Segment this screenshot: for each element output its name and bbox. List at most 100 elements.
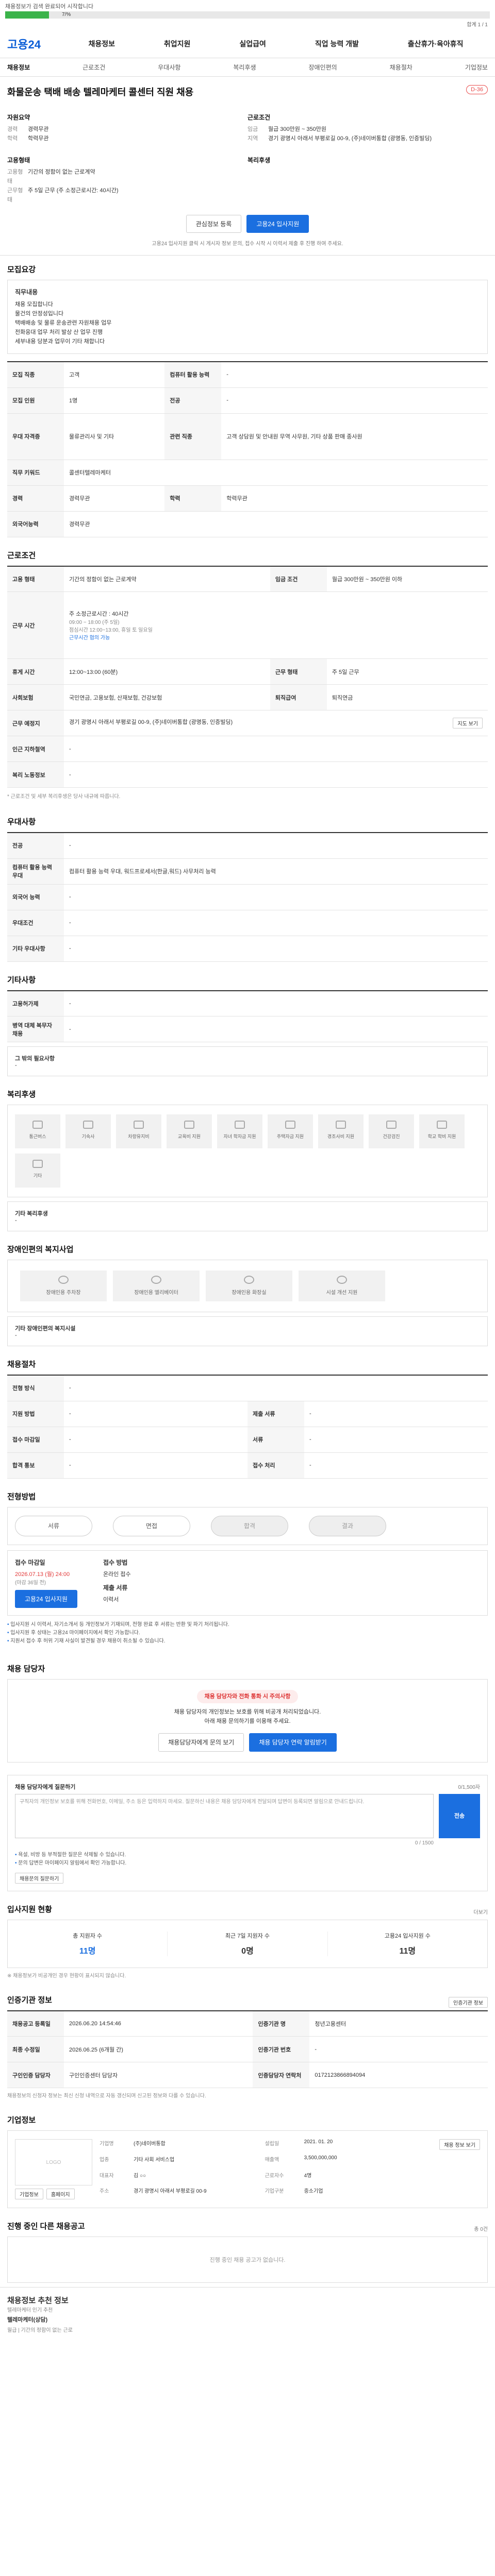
- cell-val: -: [304, 1452, 488, 1479]
- section-title: 진행 중인 다른 채용공고: [7, 2222, 85, 2231]
- map-button[interactable]: 지도 보기: [453, 718, 483, 728]
- tab-item[interactable]: 복리후생: [233, 63, 256, 72]
- table-row: 구인인증 담당자 구인인증센터 담당자 인증담당자 연락처 0172123866894…: [7, 2062, 488, 2088]
- duty-line: 채용 모집합니다: [15, 301, 53, 308]
- welfare-item: 건강검진: [369, 1114, 414, 1148]
- cell-key: 인근 지하철역: [7, 736, 64, 762]
- send-button[interactable]: 전송: [439, 1793, 480, 1838]
- cell-val: -: [304, 1427, 488, 1453]
- stat-label: 총 지원자 수: [73, 1933, 103, 1939]
- row-val: 주 5일 근무 (주 소정근로시간: 40시간): [28, 188, 119, 194]
- homepage-button[interactable]: 홈페이지: [46, 2189, 75, 2199]
- cell-val: 주 5일 근무: [326, 658, 488, 685]
- job-info-button[interactable]: 채용 정보 보기: [439, 2139, 480, 2150]
- disability-grid: 장애인용 주차장 장애인용 엘리베이터 장애인용 화장실 시설 개선 지원: [7, 1260, 488, 1312]
- save-interest-button[interactable]: 관심정보 등록: [186, 215, 242, 233]
- nav-item[interactable]: 채용정보: [88, 39, 115, 49]
- receipt-value: 온라인 접수: [103, 1571, 131, 1578]
- box-value: -: [15, 1062, 17, 1069]
- cell-key: 고용허가제: [7, 990, 64, 1016]
- tab-item[interactable]: 채용절차: [390, 63, 412, 72]
- field-val: 2021. 01. 20: [304, 2139, 333, 2145]
- field-key: 대표자: [100, 2173, 114, 2179]
- cell-key: 외국어 능력: [7, 884, 64, 910]
- cert-table: 채용공고 등록일 2026.06.20 14:54:46 인증기관 명 청년고용센터 …: [7, 2010, 488, 2088]
- nav-item[interactable]: 출산휴가·육아휴직: [408, 39, 464, 49]
- section-other-jobs: 진행 중인 다른 채용공고 총 0건 진행 중인 채용 공고가 없습니다.: [0, 2212, 495, 2287]
- more-link[interactable]: 더보기: [473, 1908, 488, 1916]
- cell-key: 제출 서류: [248, 1401, 304, 1427]
- section-company: 기업정보 LOGO 기업정보 홈페이지 기업명 (주)네이버통합 설립일 2021. 0…: [0, 2106, 495, 2212]
- conditions-table: 고용 형태 기간의 정함이 없는 근로계약 임금 조건 월급 300만원 ~ 350만…: [7, 565, 488, 788]
- section-title: 채용절차: [7, 1360, 36, 1369]
- other-jobs-title-row: 진행 중인 다른 채용공고 총 0건: [7, 2221, 488, 2236]
- stat-value: 0명: [241, 1946, 254, 1956]
- section-title: 인증기관 정보: [7, 1995, 52, 2005]
- receipt-heading: 제출 서류: [103, 1584, 128, 1591]
- contact-notify-button[interactable]: 채용 담당자 연락 알림받기: [249, 1733, 337, 1752]
- stats-note: ※ 채용정보가 비공개인 경우 현황이 표시되지 않습니다.: [7, 1973, 126, 1979]
- box-heading: 기타 복리후생: [15, 1211, 48, 1217]
- table-row: 전공 -: [7, 833, 488, 859]
- hours-line: 근무시간 협의 가능: [69, 635, 110, 641]
- bus-icon: [32, 1121, 43, 1129]
- tab-item[interactable]: 채용정보: [7, 63, 30, 72]
- cell-val: 구인인증센터 담당자: [64, 2062, 253, 2088]
- apply-button[interactable]: 고용24 입사지원: [246, 215, 309, 233]
- note-line: 욕설, 비방 등 부적절한 질문은 삭제될 수 있습니다.: [15, 1851, 480, 1859]
- etc-table: 고용허가제 - 병역 대체 복무자 채용 -: [7, 990, 488, 1042]
- welfare-item: 경조사비 지원: [318, 1114, 364, 1148]
- welfare-grid: 통근버스 기숙사 차량유지비 교육비 지원 자녀 학자금 지원 주택자금 지원 …: [7, 1105, 488, 1197]
- process-step: 합격: [211, 1515, 288, 1536]
- tab-item[interactable]: 기업정보: [465, 63, 488, 72]
- receipt-info: 접수 마감일 2026.07.13 (월) 24:00 (마감 36일 전) 고용24…: [7, 1550, 488, 1616]
- receipt-value: 이력서: [103, 1596, 119, 1603]
- company-info-button[interactable]: 기업정보: [15, 2189, 43, 2199]
- tab-item[interactable]: 근로조건: [82, 63, 105, 72]
- global-nav: 채용정보 취업지원 실업급여 직업 능력 개발 출산휴가·육아휴직: [64, 39, 488, 49]
- apply-button-2[interactable]: 고용24 입사지원: [15, 1589, 77, 1608]
- company-side: 채용 정보 보기: [439, 2139, 480, 2199]
- cell-val: -: [64, 736, 488, 762]
- tab-item[interactable]: 우대사항: [158, 63, 180, 72]
- stats-box: 총 지원자 수 11명 최근 7일 지원자 수 0명 고용24 입사지원 수 11명: [7, 1919, 488, 1968]
- nav-item[interactable]: 직업 능력 개발: [315, 39, 359, 49]
- recommend-name[interactable]: 텔레마케터(상담): [7, 2315, 488, 2324]
- cell-key: 접수 처리: [248, 1452, 304, 1479]
- field-val: 중소기업: [304, 2189, 323, 2195]
- cert-note: 채용정보의 신청자 정보는 최신 신청 내역으로 자동 갱신되며 신고된 정보와…: [7, 2093, 206, 2099]
- recommend-sub: 텔레마케터 인기 추천: [7, 2308, 53, 2313]
- process-steps: 서류 면접 합격 결과: [7, 1506, 488, 1545]
- cell-key: 전형 방식: [7, 1375, 64, 1401]
- qna-submit-button[interactable]: 채용문의 질문하기: [15, 1872, 64, 1884]
- summary-row: 임금 월급 300만원 ~ 350만원: [248, 125, 488, 134]
- welfare-label: 기숙사: [81, 1134, 95, 1139]
- site-logo[interactable]: 고용24: [7, 36, 64, 52]
- summary-row: 학력 학력무관: [7, 134, 248, 143]
- welfare-item: 기숙사: [65, 1114, 111, 1148]
- qna-count: 0/1,500자: [458, 1785, 480, 1790]
- hours-title: 주 소정근로시간 : 40시간: [69, 611, 129, 617]
- contact-view-button[interactable]: 채용담당자에게 문의 보기: [158, 1733, 244, 1752]
- recruit-table: 모집 직종 고객 컴퓨터 활용 능력 - 모집 인원 1명 전공 - 우대 자격증 물류관리사…: [7, 361, 488, 537]
- tab-item[interactable]: 장애인편의: [309, 63, 337, 72]
- nav-item[interactable]: 취업지원: [164, 39, 191, 49]
- cell-key: 모집 직종: [7, 362, 64, 388]
- section-title: 채용정보 추천 정보: [7, 2296, 69, 2305]
- cell-key: 근무 예정지: [7, 710, 64, 736]
- summary-row: 지역 경기 광명시 아래서 부평로길 00-9, (주)네이버통합 (광명동, 인…: [248, 134, 488, 143]
- question-input[interactable]: 구직자의 개인정보 보호를 위해 전화번호, 이메일, 주소 등은 입력하지 마…: [15, 1793, 434, 1838]
- cell-val: 1명: [64, 387, 165, 414]
- cell-key: 인증기관 번호: [253, 2036, 310, 2062]
- char-counter: 0 / 1500: [415, 1840, 434, 1846]
- stat-item: 총 지원자 수 11명: [8, 1931, 168, 1956]
- cert-info-button[interactable]: 인증기관 정보: [449, 1996, 488, 2008]
- cell-key: 기타 우대사항: [7, 936, 64, 962]
- cell-val: 물류관리사 및 기타: [64, 413, 165, 460]
- note-line: 입사지원 후 상태는 고용24 마이페이지에서 확인 가능합니다.: [7, 1629, 488, 1637]
- summary-heading: 복리후생: [248, 157, 271, 164]
- nav-item[interactable]: 실업급여: [239, 39, 266, 49]
- cell-val: -: [64, 884, 488, 910]
- stats-title-row: 입사지원 현황 더보기: [7, 1904, 488, 1920]
- section-title: 복리후생: [7, 1090, 36, 1099]
